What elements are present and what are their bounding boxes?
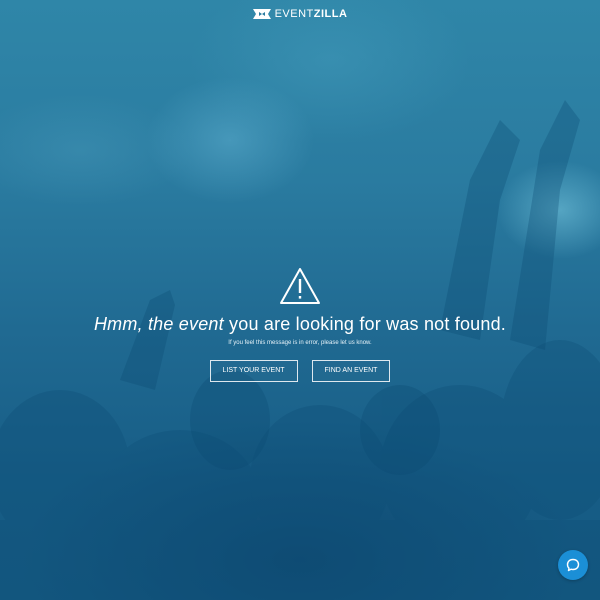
logo-mark-icon (252, 9, 271, 19)
not-found-panel: Hmm, the event you are looking for was n… (0, 266, 600, 382)
find-an-event-button[interactable]: FIND AN EVENT (311, 360, 391, 382)
logo-text: EVENTZILLA (275, 8, 348, 20)
headline-italic: Hmm, the event (93, 314, 224, 334)
list-your-event-button[interactable]: LIST YOUR EVENT (209, 360, 298, 382)
chat-bubble-icon (566, 558, 580, 572)
headline-rest: you are looking for was not found. (223, 314, 507, 334)
warning-triangle-icon (280, 268, 320, 304)
error-subtext: If you feel this message is in error, pl… (228, 340, 372, 346)
logo-text-bold: ZILLA (313, 8, 348, 20)
logo-text-light: EVENT (274, 8, 314, 20)
eventzilla-logo[interactable]: EVENTZILLA (0, 8, 600, 20)
chat-widget-button[interactable] (558, 550, 588, 580)
page-title: Hmm, the event you are looking for was n… (0, 312, 600, 336)
action-buttons: LIST YOUR EVENT FIND AN EVENT (0, 360, 600, 382)
